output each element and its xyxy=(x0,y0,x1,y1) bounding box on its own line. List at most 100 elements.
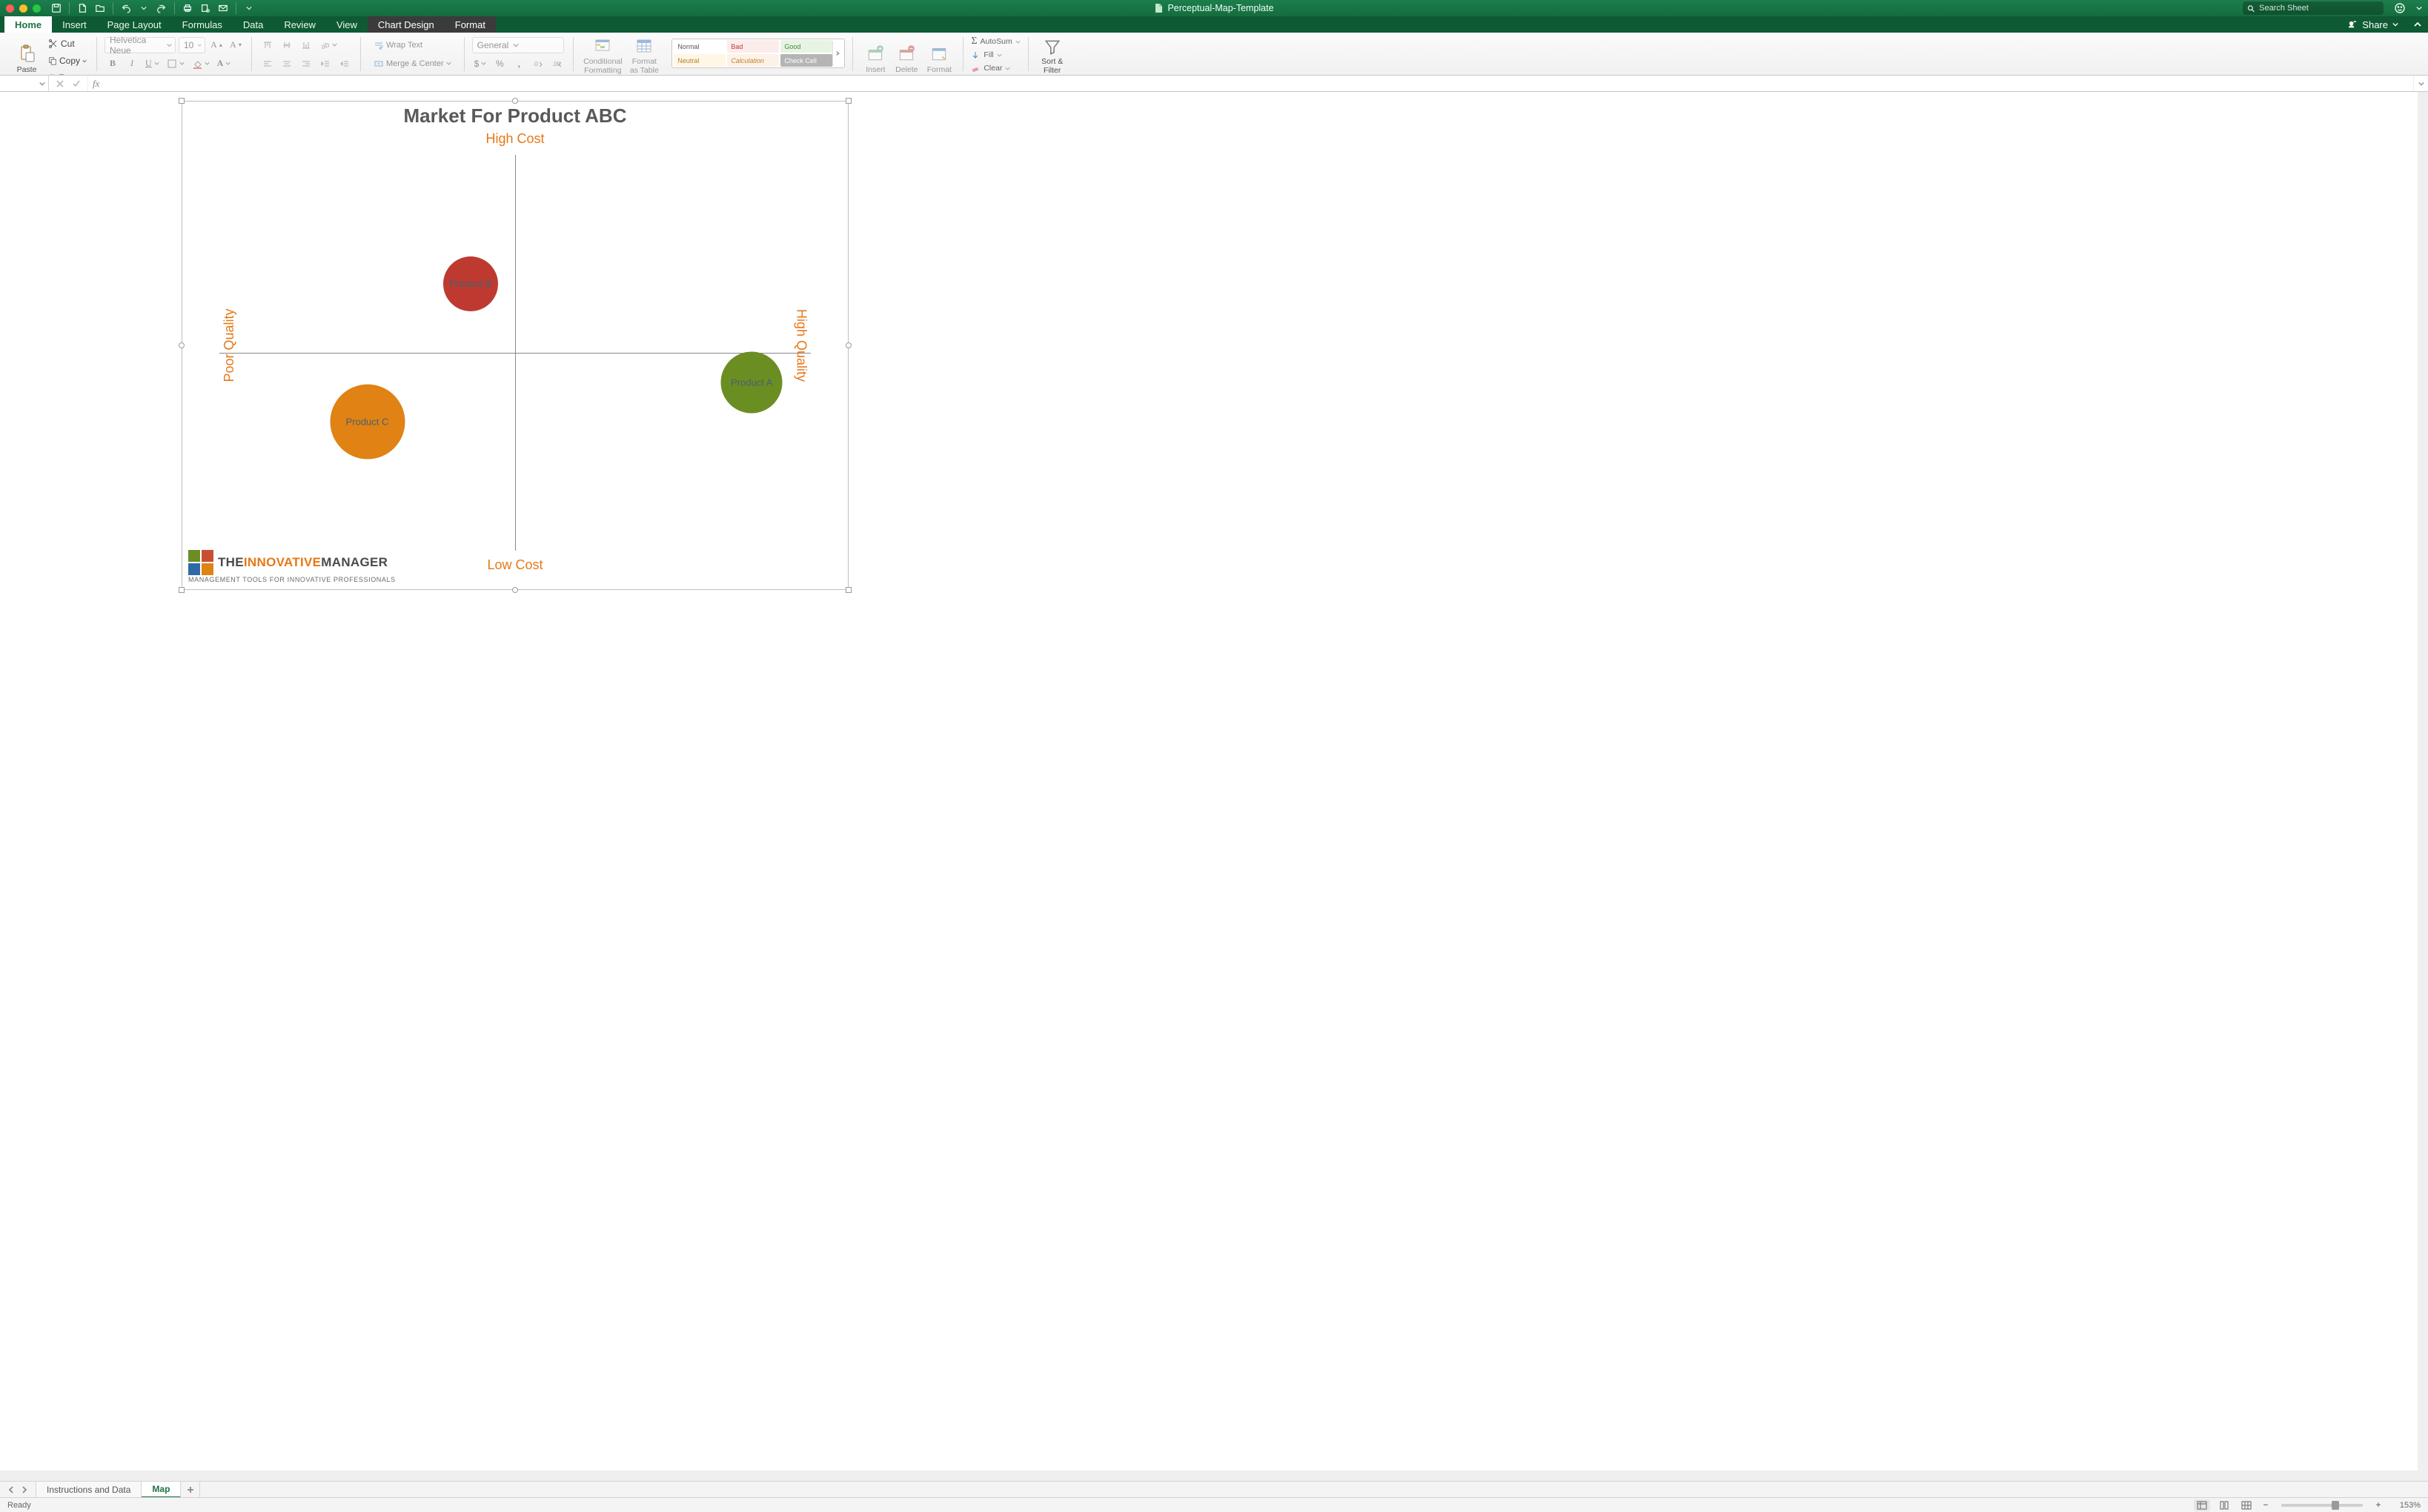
sheet-nav-prev-icon[interactable] xyxy=(4,1482,18,1498)
decrease-indent-button[interactable] xyxy=(317,56,334,72)
copy-button[interactable]: Copy xyxy=(46,53,89,69)
feedback-icon[interactable] xyxy=(2391,1,2409,16)
tab-format[interactable]: Format xyxy=(445,16,496,33)
worksheet-canvas[interactable]: Market For Product ABC High Cost Low Cos… xyxy=(0,92,2428,1481)
comma-button[interactable]: , xyxy=(511,56,527,72)
zoom-slider[interactable] xyxy=(2281,1504,2363,1507)
view-normal-icon[interactable] xyxy=(2194,1499,2210,1511)
align-center-button[interactable] xyxy=(279,56,295,72)
chart-bubble[interactable]: Product A xyxy=(721,352,783,414)
grow-font-button[interactable]: A▴ xyxy=(208,37,225,53)
font-size-select[interactable]: 10 xyxy=(179,37,205,53)
fill-color-button[interactable] xyxy=(190,56,212,72)
insert-cells-button[interactable]: Insert xyxy=(860,36,890,74)
style-normal[interactable]: Normal xyxy=(674,40,726,53)
align-left-button[interactable] xyxy=(259,56,276,72)
tab-page-layout[interactable]: Page Layout xyxy=(97,16,172,33)
autosum-button[interactable]: ΣAutoSum xyxy=(971,36,1020,47)
conditional-formatting-button[interactable]: Conditional Formatting xyxy=(581,36,624,74)
tab-review[interactable]: Review xyxy=(273,16,326,33)
resize-handle[interactable] xyxy=(512,587,518,593)
cell-styles-gallery[interactable]: Normal Bad Good Neutral Calculation Chec… xyxy=(671,39,845,68)
chart-bubble[interactable]: Product B xyxy=(443,256,498,311)
tab-chart-design[interactable]: Chart Design xyxy=(368,16,445,33)
delete-cells-button[interactable]: Delete xyxy=(892,36,921,74)
chart-bubble[interactable]: Product C xyxy=(330,385,405,460)
tab-data[interactable]: Data xyxy=(233,16,273,33)
zoom-window-button[interactable] xyxy=(33,4,41,13)
new-file-icon[interactable] xyxy=(74,1,90,16)
bold-button[interactable]: B xyxy=(105,56,121,72)
percent-button[interactable]: % xyxy=(491,56,508,72)
resize-handle[interactable] xyxy=(179,98,185,104)
paste-button[interactable]: Paste xyxy=(10,36,43,74)
redo-icon[interactable] xyxy=(153,1,170,16)
accept-formula-icon[interactable] xyxy=(68,76,84,92)
zoom-level[interactable]: 153% xyxy=(2389,1501,2421,1510)
format-as-table-button[interactable]: Format as Table xyxy=(626,36,663,74)
sheet-nav-next-icon[interactable] xyxy=(18,1482,31,1498)
feedback-dropdown-icon[interactable] xyxy=(2416,3,2422,13)
tab-view[interactable]: View xyxy=(326,16,368,33)
wrap-text-button[interactable]: Wrap Text xyxy=(368,37,428,53)
close-window-button[interactable] xyxy=(6,4,14,13)
style-calculation[interactable]: Calculation xyxy=(727,54,779,67)
zoom-slider-thumb[interactable] xyxy=(2332,1501,2339,1510)
style-neutral[interactable]: Neutral xyxy=(674,54,726,67)
search-box[interactable] xyxy=(2243,1,2384,15)
increase-decimal-button[interactable]: .0 xyxy=(530,56,546,72)
sort-filter-button[interactable]: Sort & Filter xyxy=(1036,36,1069,74)
resize-handle[interactable] xyxy=(846,342,852,348)
align-top-button[interactable] xyxy=(259,37,276,53)
collapse-ribbon-icon[interactable] xyxy=(2407,16,2428,33)
undo-dropdown-icon[interactable] xyxy=(136,1,152,16)
axis-label-top[interactable]: High Cost xyxy=(182,131,848,147)
zoom-out-button[interactable]: − xyxy=(2261,1500,2271,1511)
fill-button[interactable]: Fill xyxy=(971,49,1020,61)
styles-more-icon[interactable] xyxy=(832,41,843,66)
increase-indent-button[interactable] xyxy=(336,56,353,72)
view-page-break-icon[interactable] xyxy=(2238,1499,2255,1511)
tab-insert[interactable]: Insert xyxy=(52,16,97,33)
tab-formulas[interactable]: Formulas xyxy=(172,16,233,33)
resize-handle[interactable] xyxy=(512,98,518,104)
undo-icon[interactable] xyxy=(118,1,134,16)
sheet-tab-map[interactable]: Map xyxy=(142,1482,181,1498)
expand-formula-bar-icon[interactable] xyxy=(2413,76,2428,91)
style-bad[interactable]: Bad xyxy=(727,40,779,53)
underline-button[interactable]: U xyxy=(143,56,162,72)
open-file-icon[interactable] xyxy=(92,1,108,16)
resize-handle[interactable] xyxy=(846,587,852,593)
chart-title[interactable]: Market For Product ABC xyxy=(182,105,848,127)
cut-button[interactable]: Cut xyxy=(46,36,89,52)
format-cells-button[interactable]: Format xyxy=(923,36,955,74)
currency-button[interactable]: $ xyxy=(472,56,489,72)
orientation-button[interactable]: ab xyxy=(317,37,339,53)
shrink-font-button[interactable]: A▾ xyxy=(228,37,244,53)
resize-handle[interactable] xyxy=(179,587,185,593)
resize-handle[interactable] xyxy=(846,98,852,104)
decrease-decimal-button[interactable]: .00 xyxy=(549,56,565,72)
email-icon[interactable] xyxy=(215,1,231,16)
chart-object[interactable]: Market For Product ABC High Cost Low Cos… xyxy=(182,101,849,590)
align-right-button[interactable] xyxy=(298,56,314,72)
font-name-select[interactable]: Helvetica Neue xyxy=(105,37,176,53)
style-check-cell[interactable]: Check Cell xyxy=(780,54,832,67)
plot-area[interactable]: Product A Product B Product C xyxy=(219,155,811,551)
tab-home[interactable]: Home xyxy=(4,16,52,33)
borders-button[interactable] xyxy=(165,56,187,72)
name-box[interactable] xyxy=(0,76,49,91)
fx-label[interactable]: fx xyxy=(87,76,104,91)
number-format-select[interactable]: General xyxy=(472,37,564,53)
customize-qat-icon[interactable] xyxy=(241,1,257,16)
view-page-layout-icon[interactable] xyxy=(2216,1499,2232,1511)
cancel-formula-icon[interactable] xyxy=(52,76,68,92)
italic-button[interactable]: I xyxy=(124,56,140,72)
style-good[interactable]: Good xyxy=(780,40,832,53)
save-icon[interactable] xyxy=(48,1,64,16)
sheet-tab-instructions[interactable]: Instructions and Data xyxy=(36,1482,142,1497)
print-icon[interactable] xyxy=(179,1,196,16)
align-middle-button[interactable] xyxy=(279,37,295,53)
merge-center-button[interactable]: Merge & Center xyxy=(368,56,457,72)
share-button[interactable]: Share xyxy=(2339,16,2407,33)
